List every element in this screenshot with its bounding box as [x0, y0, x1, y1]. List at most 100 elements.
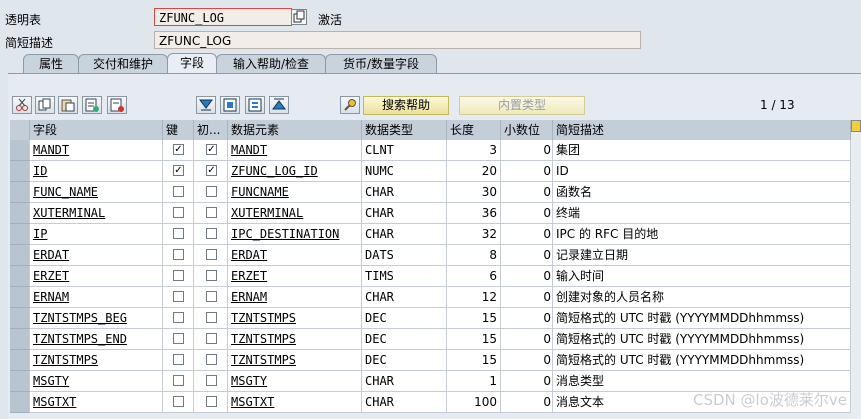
vertical-scrollbar[interactable]	[851, 120, 861, 418]
key-icon[interactable]	[340, 96, 360, 114]
tab-currency-quantity[interactable]: 货币/数量字段	[325, 54, 437, 73]
key-cell[interactable]	[163, 350, 194, 371]
length-cell[interactable]: 15	[447, 329, 501, 350]
init-checkbox[interactable]	[206, 207, 217, 218]
data-type-cell[interactable]: CLNT	[362, 140, 447, 161]
row-selector[interactable]	[10, 392, 30, 413]
col-data-type[interactable]: 数据类型	[362, 120, 447, 140]
length-cell[interactable]: 30	[447, 182, 501, 203]
table-name-field[interactable]: ZFUNC_LOG	[154, 8, 292, 26]
builtin-type-button[interactable]: 内置类型	[459, 96, 585, 115]
init-checkbox[interactable]	[206, 228, 217, 239]
decimals-cell[interactable]: 0	[501, 182, 553, 203]
tab-fields[interactable]: 字段	[167, 53, 217, 74]
key-checkbox[interactable]: ✓	[173, 165, 184, 176]
key-cell[interactable]	[163, 308, 194, 329]
decimals-cell[interactable]: 0	[501, 329, 553, 350]
field-name-cell[interactable]: ERNAM	[30, 287, 163, 308]
short-desc-cell[interactable]: ID	[553, 161, 851, 182]
data-type-cell[interactable]: DATS	[362, 245, 447, 266]
length-cell[interactable]: 8	[447, 245, 501, 266]
decimals-cell[interactable]: 0	[501, 287, 553, 308]
short-desc-cell[interactable]: 简短格式的 UTC 时戳 (YYYYMMDDhhmmss)	[553, 350, 851, 371]
key-cell[interactable]	[163, 371, 194, 392]
data-element-cell[interactable]: TZNTSTMPS	[228, 329, 362, 350]
decimals-cell[interactable]: 0	[501, 224, 553, 245]
filter-down-icon[interactable]	[196, 96, 216, 114]
decimals-cell[interactable]: 0	[501, 203, 553, 224]
decimals-cell[interactable]: 0	[501, 140, 553, 161]
init-cell[interactable]	[194, 329, 228, 350]
key-checkbox[interactable]	[173, 312, 184, 323]
key-cell[interactable]: ✓	[163, 140, 194, 161]
copy-icon[interactable]	[291, 9, 307, 25]
key-checkbox[interactable]	[173, 207, 184, 218]
init-cell[interactable]	[194, 350, 228, 371]
field-name-cell[interactable]: TZNTSTMPS	[30, 350, 163, 371]
field-name-cell[interactable]: MSGTY	[30, 371, 163, 392]
data-type-cell[interactable]: CHAR	[362, 287, 447, 308]
key-checkbox[interactable]	[173, 270, 184, 281]
key-checkbox[interactable]	[173, 375, 184, 386]
length-cell[interactable]: 15	[447, 350, 501, 371]
short-desc-cell[interactable]: 函数名	[553, 182, 851, 203]
row-selector[interactable]	[10, 203, 30, 224]
field-name-cell[interactable]: TZNTSTMPS_END	[30, 329, 163, 350]
row-selector[interactable]	[10, 308, 30, 329]
row-selector[interactable]	[10, 224, 30, 245]
search-help-button[interactable]: 搜索帮助	[363, 96, 449, 115]
init-checkbox[interactable]	[206, 249, 217, 260]
column-settings-icon[interactable]	[851, 120, 861, 132]
length-cell[interactable]: 36	[447, 203, 501, 224]
short-desc-cell[interactable]: 简短格式的 UTC 时戳 (YYYYMMDDhhmmss)	[553, 308, 851, 329]
row-selector[interactable]	[10, 140, 30, 161]
key-checkbox[interactable]	[173, 228, 184, 239]
short-desc-cell[interactable]: 记录建立日期	[553, 245, 851, 266]
data-element-cell[interactable]: IPC_DESTINATION	[228, 224, 362, 245]
short-desc-cell[interactable]: 输入时间	[553, 266, 851, 287]
field-name-cell[interactable]: XUTERMINAL	[30, 203, 163, 224]
select-block-icon[interactable]	[245, 96, 265, 114]
init-checkbox[interactable]: ✓	[206, 144, 217, 155]
short-desc-cell[interactable]: 集团	[553, 140, 851, 161]
init-cell[interactable]	[194, 182, 228, 203]
decimals-cell[interactable]: 0	[501, 392, 553, 413]
length-cell[interactable]: 15	[447, 308, 501, 329]
init-checkbox[interactable]	[206, 270, 217, 281]
init-checkbox[interactable]	[206, 291, 217, 302]
data-element-cell[interactable]: ZFUNC_LOG_ID	[228, 161, 362, 182]
init-checkbox[interactable]	[206, 312, 217, 323]
col-key[interactable]: 键	[163, 120, 194, 140]
data-type-cell[interactable]: CHAR	[362, 392, 447, 413]
key-cell[interactable]	[163, 266, 194, 287]
tab-attributes[interactable]: 属性	[23, 54, 79, 73]
copy-rows-icon[interactable]	[35, 96, 55, 114]
length-cell[interactable]: 20	[447, 161, 501, 182]
field-name-cell[interactable]: MANDT	[30, 140, 163, 161]
data-type-cell[interactable]: DEC	[362, 350, 447, 371]
data-type-cell[interactable]: CHAR	[362, 224, 447, 245]
length-cell[interactable]: 1	[447, 371, 501, 392]
data-element-cell[interactable]: MSGTXT	[228, 392, 362, 413]
key-checkbox[interactable]	[173, 396, 184, 407]
init-cell[interactable]: ✓	[194, 140, 228, 161]
init-cell[interactable]: ✓	[194, 161, 228, 182]
data-element-cell[interactable]: ERNAM	[228, 287, 362, 308]
key-checkbox[interactable]	[173, 354, 184, 365]
key-checkbox[interactable]	[173, 249, 184, 260]
length-cell[interactable]: 3	[447, 140, 501, 161]
header-selector[interactable]	[10, 120, 30, 140]
length-cell[interactable]: 12	[447, 287, 501, 308]
row-selector[interactable]	[10, 371, 30, 392]
init-checkbox[interactable]: ✓	[206, 165, 217, 176]
init-cell[interactable]	[194, 308, 228, 329]
init-checkbox[interactable]	[206, 354, 217, 365]
field-name-cell[interactable]: MSGTXT	[30, 392, 163, 413]
data-type-cell[interactable]: TIMS	[362, 266, 447, 287]
expand-icon[interactable]	[220, 96, 240, 114]
init-cell[interactable]	[194, 266, 228, 287]
delete-row-icon[interactable]	[107, 96, 127, 114]
field-name-cell[interactable]: ERZET	[30, 266, 163, 287]
short-desc-cell[interactable]: 终端	[553, 203, 851, 224]
col-init[interactable]: 初...	[194, 120, 228, 140]
